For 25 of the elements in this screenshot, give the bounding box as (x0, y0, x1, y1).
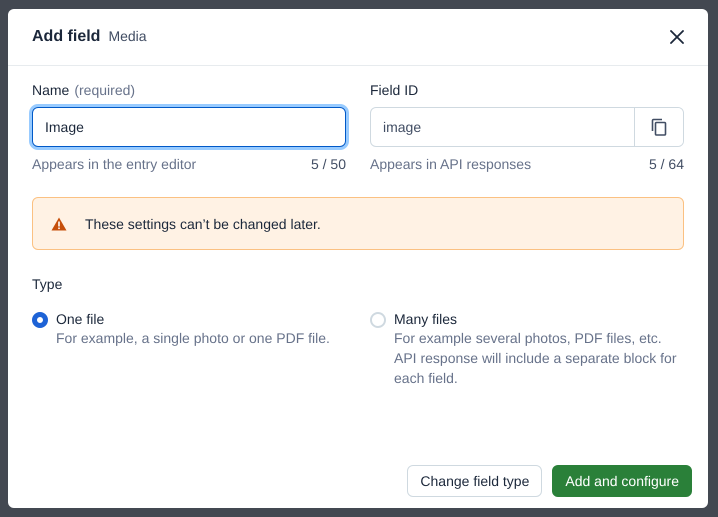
text-input[interactable]: Image (33, 108, 345, 146)
help-text: Appears in API responses (370, 156, 532, 172)
radio-button[interactable] (32, 312, 48, 328)
help-text: Appears in the entry editor (32, 156, 196, 172)
change-type-button[interactable]: Change field type (407, 465, 542, 497)
text-field[interactable]: image (370, 107, 684, 147)
copy-icon (651, 118, 667, 136)
warning-text: These settings can’t be changed later. (85, 216, 321, 232)
warning-icon (51, 216, 67, 230)
section-label: Type (32, 276, 64, 292)
field-label: Field ID (370, 82, 418, 98)
add-button[interactable]: Add and configure (552, 465, 692, 497)
close-icon (670, 30, 684, 44)
required-note: (required) (74, 82, 136, 98)
option-label: Many files (394, 311, 458, 327)
option-label: One file (56, 311, 106, 327)
field-label: Name (32, 82, 70, 98)
copy-button[interactable] (634, 108, 683, 146)
dialog-subtitle: Media (108, 28, 147, 44)
text-input[interactable]: image (371, 108, 634, 146)
option-description: For example several photos, PDF files, etc. API response will include a separate block for each field. (394, 329, 678, 388)
option-description: For example, a single photo or one PDF file. (56, 329, 330, 348)
dialog-title: Add field (32, 28, 100, 46)
character-count: 5 / 64 (648, 156, 684, 172)
character-count: 5 / 50 (310, 156, 346, 172)
